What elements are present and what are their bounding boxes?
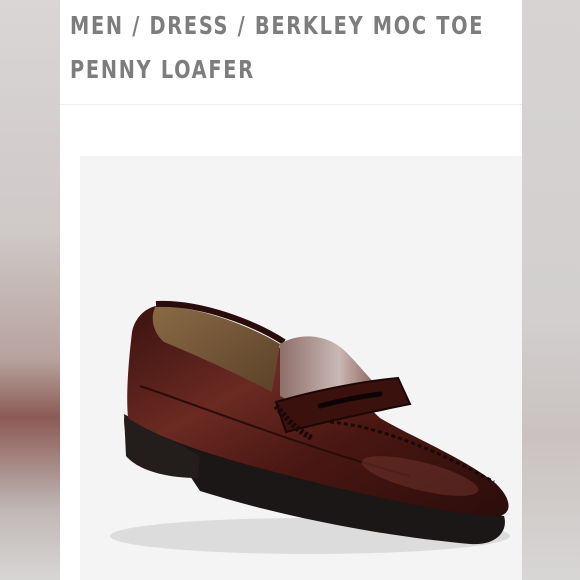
- listing-panel: MEN / DRESS / BERKLEY MOC TOE PENNY LOAF…: [60, 0, 522, 580]
- title-header: MEN / DRESS / BERKLEY MOC TOE PENNY LOAF…: [60, 0, 522, 105]
- left-blurred-border: [0, 0, 60, 580]
- right-blurred-border: [522, 0, 580, 580]
- product-image-frame[interactable]: [80, 156, 522, 580]
- shoe-image: [110, 300, 510, 554]
- page-title: MEN / DRESS / BERKLEY MOC TOE PENNY LOAF…: [70, 11, 485, 84]
